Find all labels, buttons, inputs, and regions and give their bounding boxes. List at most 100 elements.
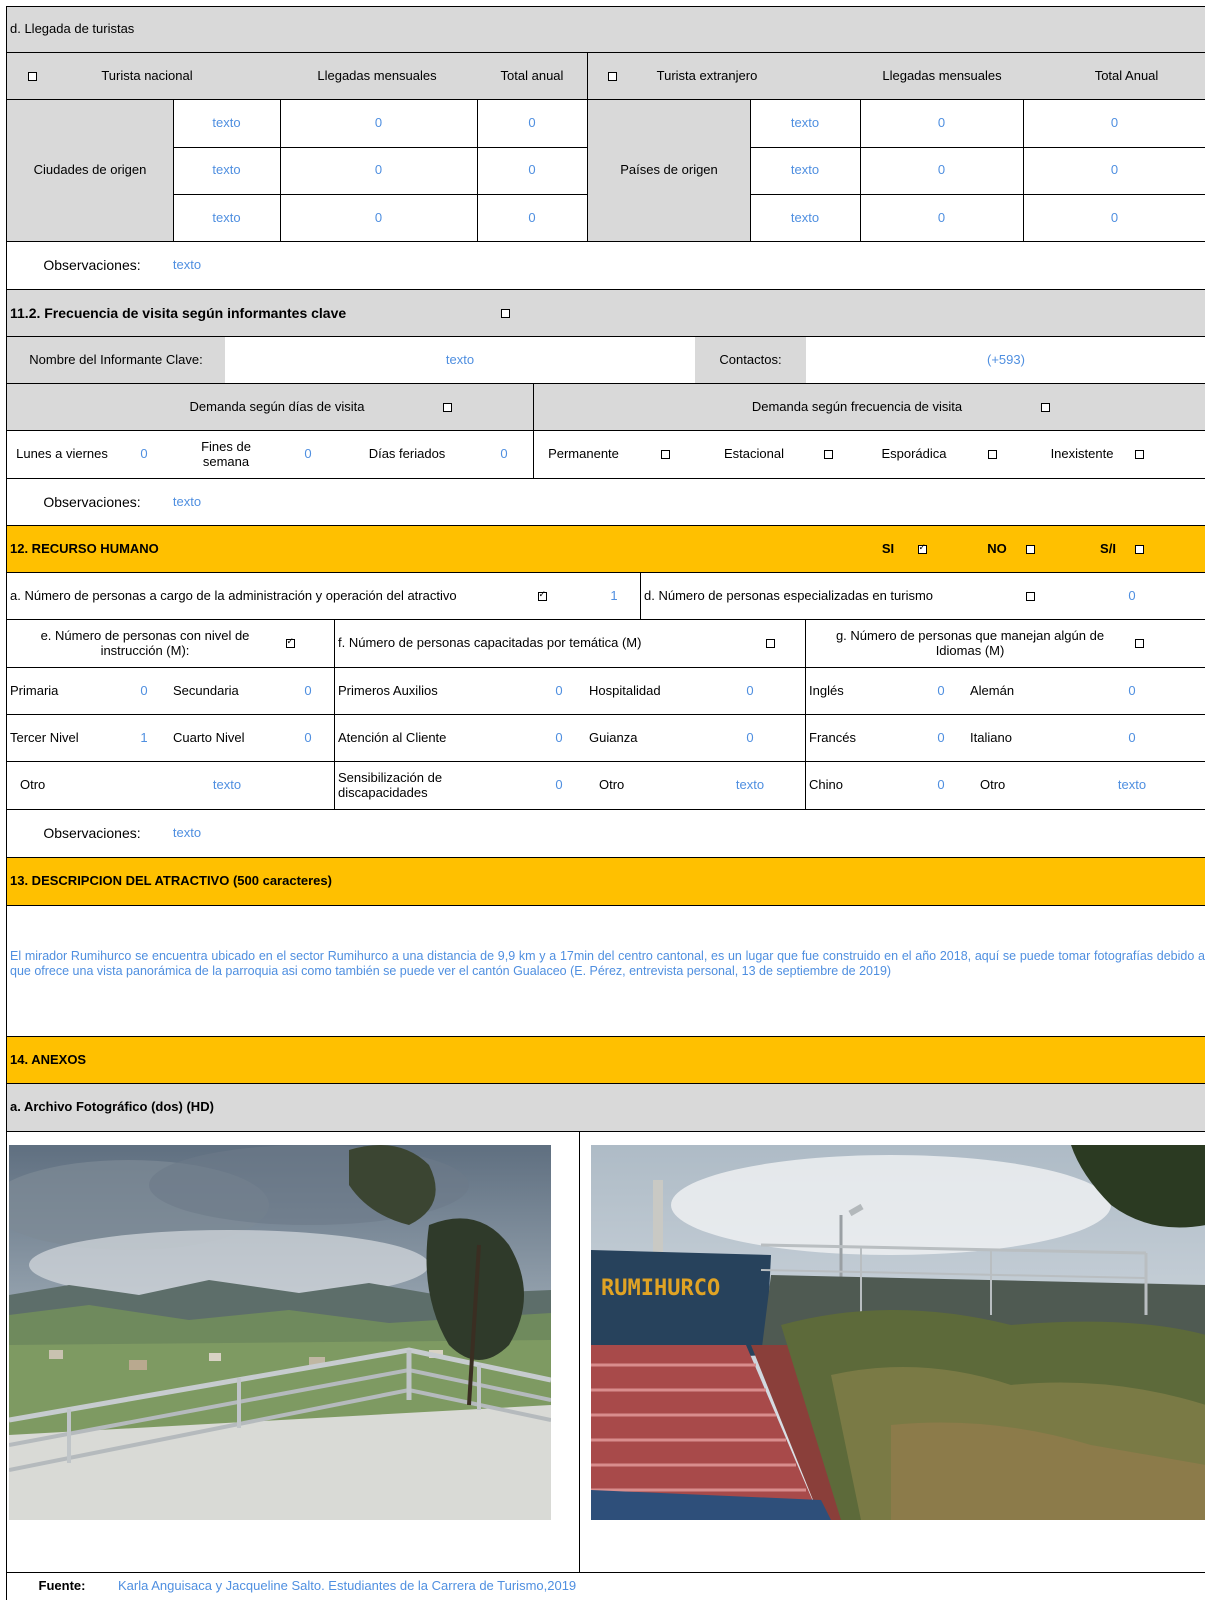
guianza-value[interactable]: 0 xyxy=(733,715,767,761)
capacitadas-checkbox[interactable] xyxy=(755,620,785,667)
personas-administracion-checkbox[interactable] xyxy=(527,573,557,619)
fines-semana-value[interactable]: 0 xyxy=(291,431,325,478)
italiano-value[interactable]: 0 xyxy=(1115,715,1149,761)
nivel-instruccion-label: e. Número de personas con nivel de instr… xyxy=(40,627,250,658)
idiomas-checkbox[interactable] xyxy=(1124,620,1154,667)
ciudad-3-anual[interactable]: 0 xyxy=(477,194,587,242)
llegadas-mensuales-header: Llegadas mensuales xyxy=(317,67,437,83)
pais-2[interactable]: texto xyxy=(750,147,860,194)
demanda-dias-checkbox[interactable] xyxy=(432,384,462,430)
cuarto-nivel-value[interactable]: 0 xyxy=(291,715,325,761)
primeros-auxilios-value[interactable]: 0 xyxy=(542,668,576,714)
observaciones-value[interactable]: texto xyxy=(167,810,207,857)
personas-administracion-label: a. Número de personas a cargo de la admi… xyxy=(10,587,457,603)
personas-administracion-value[interactable]: 1 xyxy=(597,573,631,619)
aleman-value[interactable]: 0 xyxy=(1115,668,1149,714)
ingles-label: Inglés xyxy=(805,668,905,714)
descripcion-text[interactable]: El mirador Rumihurco se encuentra ubicad… xyxy=(10,949,1205,979)
esporadica-checkbox[interactable] xyxy=(977,431,1007,478)
pais-1-anual[interactable]: 0 xyxy=(1023,100,1205,147)
pais-3-mensual[interactable]: 0 xyxy=(860,194,1023,242)
demanda-frec-header: Demanda según frecuencia de visita xyxy=(751,398,963,414)
no-label: NO xyxy=(987,540,1007,556)
si-checkbox[interactable] xyxy=(907,526,937,572)
frecuencia-checkbox[interactable] xyxy=(490,290,520,336)
section-header-frecuencia: 11.2. Frecuencia de visita según informa… xyxy=(6,289,1205,336)
chino-value[interactable]: 0 xyxy=(924,762,958,809)
otro-tematica-value[interactable]: texto xyxy=(720,762,780,809)
inexistente-label: Inexistente xyxy=(1050,446,1114,462)
observaciones-value[interactable]: texto xyxy=(167,242,207,289)
ciudad-3[interactable]: texto xyxy=(173,194,280,242)
llegadas-mensuales-ext-header: Llegadas mensuales xyxy=(882,67,1002,83)
primeros-auxilios-label: Primeros Auxilios xyxy=(334,668,514,714)
observaciones-label: Observaciones: xyxy=(43,257,141,274)
anexos-title: 14. ANEXOS xyxy=(10,1051,87,1067)
frances-label: Francés xyxy=(805,715,905,761)
ciudad-1[interactable]: texto xyxy=(173,100,280,147)
pais-2-anual[interactable]: 0 xyxy=(1023,147,1205,194)
inexistente-checkbox[interactable] xyxy=(1124,431,1154,478)
primaria-value[interactable]: 0 xyxy=(127,668,161,714)
fuente-value[interactable]: Karla Anguisaca y Jacqueline Salto. Estu… xyxy=(115,1573,815,1600)
frances-value[interactable]: 0 xyxy=(924,715,958,761)
estacional-checkbox[interactable] xyxy=(813,431,843,478)
tercer-nivel-label: Tercer Nivel xyxy=(10,729,79,745)
photos-row: RUMIHURCO xyxy=(6,1131,1205,1572)
observaciones-label: Observaciones: xyxy=(43,493,141,510)
permanente-checkbox[interactable] xyxy=(650,431,680,478)
descripcion-title: 13. DESCRIPCION DEL ATRACTIVO (500 carac… xyxy=(10,873,332,889)
lunes-viernes-value[interactable]: 0 xyxy=(127,431,161,478)
pais-3[interactable]: texto xyxy=(750,194,860,242)
recurso-title: 12. RECURSO HUMANO xyxy=(10,540,159,556)
capacitadas-label: f. Número de personas capacitadas por te… xyxy=(334,620,734,667)
extranjero-checkbox[interactable] xyxy=(587,53,637,99)
rumihurco-sign-text: RUMIHURCO xyxy=(601,1276,720,1301)
fuente-label: Fuente: xyxy=(38,1578,86,1594)
hospitalidad-value[interactable]: 0 xyxy=(733,668,767,714)
secundaria-value[interactable]: 0 xyxy=(291,668,325,714)
sensibilizacion-value[interactable]: 0 xyxy=(542,762,576,809)
idiomas-label: g. Número de personas que manejan algún … xyxy=(835,627,1105,658)
informante-input[interactable]: texto xyxy=(225,337,695,383)
otro-idioma-value[interactable]: texto xyxy=(1102,762,1162,809)
pais-1-mensual[interactable]: 0 xyxy=(860,100,1023,147)
nivel-instruccion-checkbox[interactable] xyxy=(275,620,305,667)
pais-3-anual[interactable]: 0 xyxy=(1023,194,1205,242)
descripcion-body: El mirador Rumihurco se encuentra ubicad… xyxy=(6,905,1205,1036)
ciudades-origen-label: Ciudades de origen xyxy=(7,100,173,241)
recurso-observaciones-row: Observaciones: texto xyxy=(6,809,1205,857)
pais-2-mensual[interactable]: 0 xyxy=(860,147,1023,194)
otro-instruccion-value[interactable]: texto xyxy=(197,762,257,809)
origen-table: Ciudades de origen Países de origen text… xyxy=(6,99,1205,241)
section-header-recurso: 12. RECURSO HUMANO SI NO S/I xyxy=(6,525,1205,572)
no-checkbox[interactable] xyxy=(1015,526,1045,572)
ingles-value[interactable]: 0 xyxy=(924,668,958,714)
contactos-input[interactable]: (+593) xyxy=(806,337,1205,383)
demanda-frec-checkbox[interactable] xyxy=(1030,384,1060,430)
nacional-checkbox[interactable] xyxy=(7,53,57,99)
pais-1[interactable]: texto xyxy=(750,100,860,147)
atencion-cliente-value[interactable]: 0 xyxy=(542,715,576,761)
sensibilizacion-label: Sensibilización de discapacidades xyxy=(334,762,530,809)
hospitalidad-label: Hospitalidad xyxy=(589,682,661,698)
sin-informacion-checkbox[interactable] xyxy=(1124,526,1154,572)
recurso-row-2: Tercer Nivel 1 Cuarto Nivel 0 Atención a… xyxy=(6,714,1205,761)
ciudad-3-mensual[interactable]: 0 xyxy=(280,194,477,242)
ciudad-1-anual[interactable]: 0 xyxy=(477,100,587,147)
archivo-fotografico-row: a. Archivo Fotográfico (dos) (HD) xyxy=(6,1083,1205,1131)
ciudad-2-anual[interactable]: 0 xyxy=(477,147,587,194)
dias-feriados-value[interactable]: 0 xyxy=(487,431,521,478)
sin-informacion-label: S/I xyxy=(1100,540,1116,556)
personas-especializadas-value[interactable]: 0 xyxy=(1115,573,1149,619)
tercer-nivel-value[interactable]: 1 xyxy=(127,715,161,761)
ciudad-2-mensual[interactable]: 0 xyxy=(280,147,477,194)
ciudad-1-mensual[interactable]: 0 xyxy=(280,100,477,147)
informante-label: Nombre del Informante Clave: xyxy=(7,337,225,383)
recurso-a-d-row: a. Número de personas a cargo de la admi… xyxy=(6,572,1205,619)
personas-especializadas-checkbox[interactable] xyxy=(1015,573,1045,619)
observaciones-value[interactable]: texto xyxy=(167,479,207,525)
llegada-observaciones-row: Observaciones: texto xyxy=(6,241,1205,289)
informante-row: Nombre del Informante Clave: texto Conta… xyxy=(6,336,1205,383)
ciudad-2[interactable]: texto xyxy=(173,147,280,194)
